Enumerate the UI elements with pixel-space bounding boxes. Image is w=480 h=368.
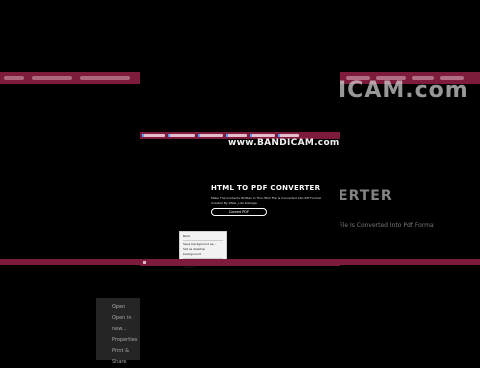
taskbar (140, 259, 340, 266)
background-menu-item: Properties (112, 337, 138, 343)
background-watermark: ICAM.com (338, 78, 469, 103)
background-menu-item: Print & Share (112, 348, 129, 365)
background-taskbar-left (0, 259, 140, 265)
background-tab-bar-left (0, 72, 140, 84)
background-tab (80, 76, 130, 80)
background-tab (32, 76, 72, 80)
start-icon[interactable] (143, 261, 146, 264)
browser-tab[interactable] (278, 134, 299, 137)
page-description: Make The Contents Written In This Html F… (211, 196, 339, 206)
menu-divider (183, 240, 223, 241)
background-heading: ERTER (338, 188, 393, 204)
browser-tab[interactable] (198, 134, 223, 137)
convert-pdf-button[interactable]: Convert PDF (211, 208, 267, 216)
page-title: HTML TO PDF CONVERTER (211, 184, 321, 192)
browser-tab[interactable] (168, 134, 195, 137)
tab-favicon-icon (168, 134, 170, 137)
browser-tab[interactable] (226, 134, 247, 137)
browser-tab[interactable] (250, 134, 275, 137)
browser-tab[interactable] (142, 134, 165, 137)
background-taskbar-right (340, 259, 480, 265)
context-menu-item[interactable]: Back (183, 234, 223, 239)
tab-favicon-icon (226, 134, 228, 137)
background-description: File Is Converted Into Pdf Forma (338, 222, 434, 229)
background-tab (4, 76, 24, 80)
tab-favicon-icon (250, 134, 252, 137)
background-menu-item: Open in new... (112, 315, 132, 332)
browser-window: www.BANDICAM.com HTML TO PDF CONVERTER M… (140, 132, 340, 269)
background-menu-item: Open (112, 304, 126, 310)
background-context-menu: Open Open in new... Properties Print & S… (96, 298, 140, 365)
recording-watermark: www.BANDICAM.com (228, 138, 340, 148)
tab-favicon-icon (278, 134, 280, 137)
description-line: Created By KNGL_Lite Kolkaga. (211, 201, 258, 205)
context-menu-item[interactable]: Set as desktop background (183, 247, 223, 257)
tab-favicon-icon (198, 134, 200, 137)
tab-favicon-icon (142, 134, 144, 137)
